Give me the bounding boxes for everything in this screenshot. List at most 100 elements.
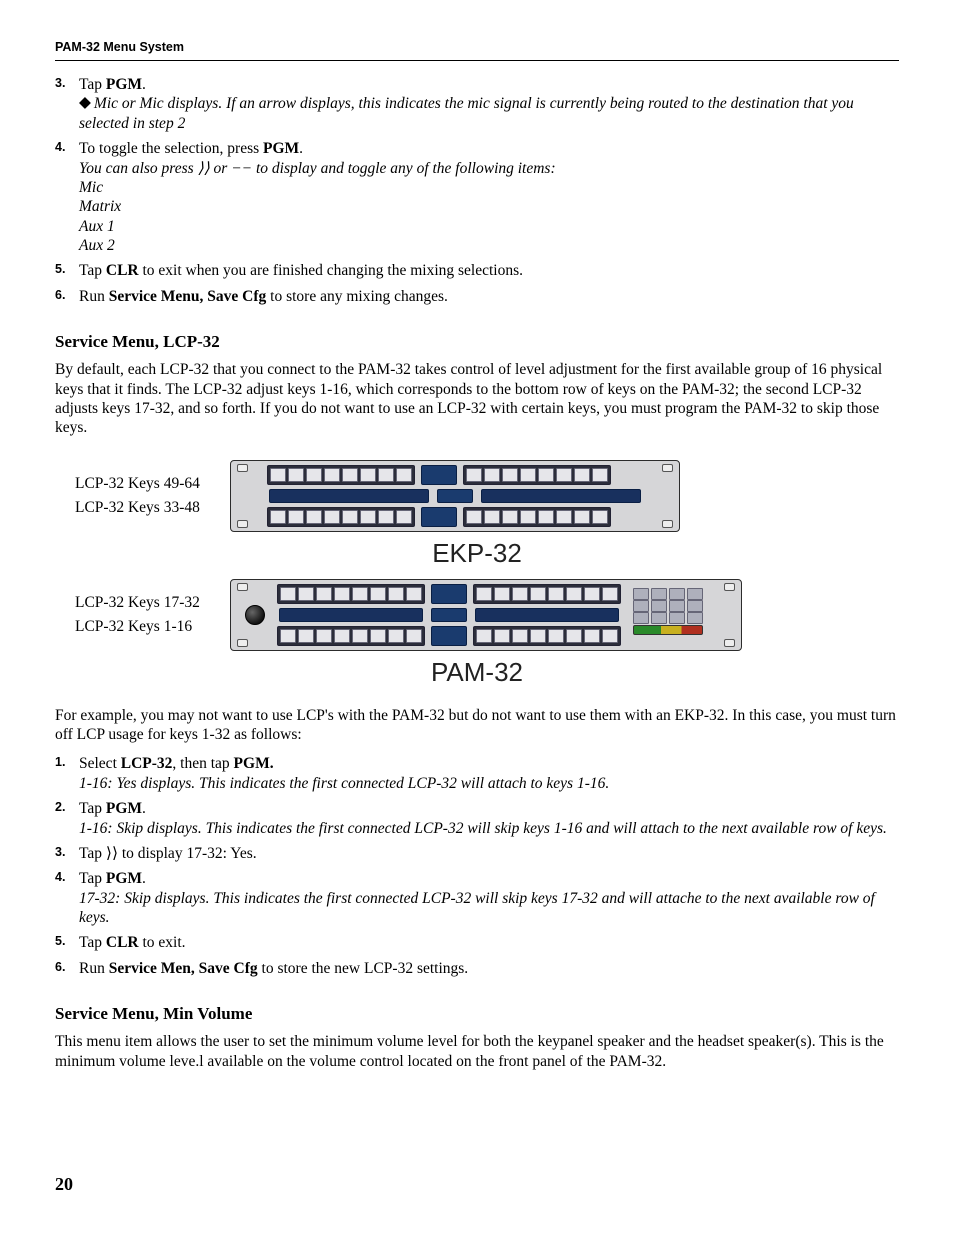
t: .: [299, 140, 303, 157]
section-paragraph: By default, each LCP-32 that you connect…: [55, 360, 899, 438]
step-b1: 1. Select LCP-32, then tap PGM. 1-16: Ye…: [55, 754, 899, 793]
screw-icon: [724, 583, 735, 591]
step-b6: 6. Run Service Men, Save Cfg to store th…: [55, 959, 899, 978]
figure-label: LCP-32 Keys 49-64: [75, 472, 230, 495]
step-number: 5.: [55, 934, 65, 950]
step-text: Run Service Menu, Save Cfg to store any …: [79, 288, 448, 305]
figure: LCP-32 Keys 49-64 LCP-32 Keys 33-48: [55, 460, 899, 688]
t: Mic or Mic displays. If an arrow display…: [79, 95, 854, 131]
center-module: [421, 507, 457, 527]
t: .: [142, 870, 146, 887]
t: ⟩⟩ to display 17-32: Yes.: [106, 845, 257, 862]
key-bank: [267, 507, 415, 527]
toggle-item: Aux 1: [79, 217, 899, 236]
t: Tap: [79, 262, 106, 279]
figure-caption-pam: PAM-32: [55, 657, 899, 688]
step-note: ◆Mic or Mic displays. If an arrow displa…: [79, 95, 854, 131]
step-number: 2.: [55, 800, 65, 816]
toggle-items: Mic Matrix Aux 1 Aux 2: [79, 178, 899, 256]
key-row: [267, 465, 643, 485]
t: to exit.: [139, 934, 186, 951]
step-number: 4.: [55, 870, 65, 886]
step-6: 6. Run Service Menu, Save Cfg to store a…: [55, 287, 899, 306]
t: LCP-32: [121, 755, 173, 772]
figure-caption-ekp: EKP-32: [55, 538, 899, 569]
center-module: [437, 489, 473, 503]
t: , then tap: [172, 755, 233, 772]
figure-labels-pam: LCP-32 Keys 17-32 LCP-32 Keys 1-16: [55, 591, 230, 638]
step-note: 1-16: Skip displays. This indicates the …: [79, 820, 887, 837]
keypad: [633, 588, 703, 644]
document-page: PAM-32 Menu System 3. Tap PGM. ◆Mic or M…: [0, 0, 954, 1235]
screw-icon: [237, 520, 248, 528]
step-note: 1-16: Yes displays. This indicates the f…: [79, 775, 609, 792]
screw-icon: [662, 464, 673, 472]
step-number: 6.: [55, 288, 65, 304]
section-paragraph: This menu item allows the user to set th…: [55, 1032, 899, 1071]
toggle-item: Matrix: [79, 197, 899, 216]
header-rule: [55, 60, 899, 61]
screw-icon: [237, 639, 248, 647]
t: Run: [79, 960, 109, 977]
step-b5: 5. Tap CLR to exit.: [55, 933, 899, 952]
key-row: [277, 584, 621, 604]
t: Run: [79, 288, 109, 305]
t: To toggle the selection, press: [79, 140, 263, 157]
t: .: [142, 800, 146, 817]
screw-icon: [662, 520, 673, 528]
t: PGM: [106, 76, 142, 93]
display-strip: [279, 608, 423, 622]
level-meter-icon: [633, 625, 703, 635]
step-number: 5.: [55, 262, 65, 278]
t: .: [142, 76, 146, 93]
center-module: [421, 465, 457, 485]
t: PGM.: [234, 755, 274, 772]
step-note: You can also press ⟩⟩ or −− to display a…: [79, 160, 556, 177]
step-note: 17-32: Skip displays. This indicates the…: [79, 890, 875, 926]
steps-list-b: 1. Select LCP-32, then tap PGM. 1-16: Ye…: [55, 754, 899, 978]
steps-list-a: 3. Tap PGM. ◆Mic or Mic displays. If an …: [55, 75, 899, 306]
t: Tap: [79, 76, 106, 93]
step-5: 5. Tap CLR to exit when you are finished…: [55, 261, 899, 280]
t: PGM: [106, 870, 142, 887]
pam-panel: [230, 579, 742, 651]
key-bank: [277, 584, 425, 604]
screw-icon: [237, 464, 248, 472]
display-strip: [269, 489, 429, 503]
t: PGM: [263, 140, 299, 157]
step-text: Tap PGM.: [79, 76, 146, 93]
t: Tap: [79, 934, 106, 951]
center-module: [431, 626, 467, 646]
display-strip: [481, 489, 641, 503]
step-text: Tap PGM.: [79, 870, 146, 887]
t: Tap: [79, 845, 106, 862]
t: Service Men, Save Cfg: [109, 960, 258, 977]
page-number: 20: [55, 1174, 73, 1195]
toggle-item: Mic: [79, 178, 899, 197]
screw-icon: [237, 583, 248, 591]
step-text: To toggle the selection, press PGM.: [79, 140, 303, 157]
key-bank: [277, 626, 425, 646]
step-number: 6.: [55, 960, 65, 976]
step-number: 3.: [55, 76, 65, 92]
key-bank: [473, 626, 621, 646]
key-bank: [463, 507, 611, 527]
figure-labels-ekp: LCP-32 Keys 49-64 LCP-32 Keys 33-48: [55, 472, 230, 519]
step-text: Tap ⟩⟩ to display 17-32: Yes.: [79, 845, 257, 862]
figure-label: LCP-32 Keys 17-32: [75, 591, 230, 614]
key-row: [267, 507, 643, 527]
section-heading-minvol: Service Menu, Min Volume: [55, 1004, 899, 1024]
step-text: Tap CLR to exit.: [79, 934, 186, 951]
center-module: [431, 608, 467, 622]
t: Tap: [79, 870, 106, 887]
center-module: [431, 584, 467, 604]
volume-knob-icon: [245, 605, 265, 625]
step-b4: 4. Tap PGM. 17-32: Skip displays. This i…: [55, 869, 899, 927]
step-text: Tap PGM.: [79, 800, 146, 817]
t: to store the new LCP-32 settings.: [258, 960, 469, 977]
diamond-icon: ◆: [79, 93, 91, 112]
section-heading-lcp32: Service Menu, LCP-32: [55, 332, 899, 352]
ekp-panel: [230, 460, 680, 532]
display-row: [277, 608, 621, 622]
figure-row-ekp: LCP-32 Keys 49-64 LCP-32 Keys 33-48: [55, 460, 899, 532]
